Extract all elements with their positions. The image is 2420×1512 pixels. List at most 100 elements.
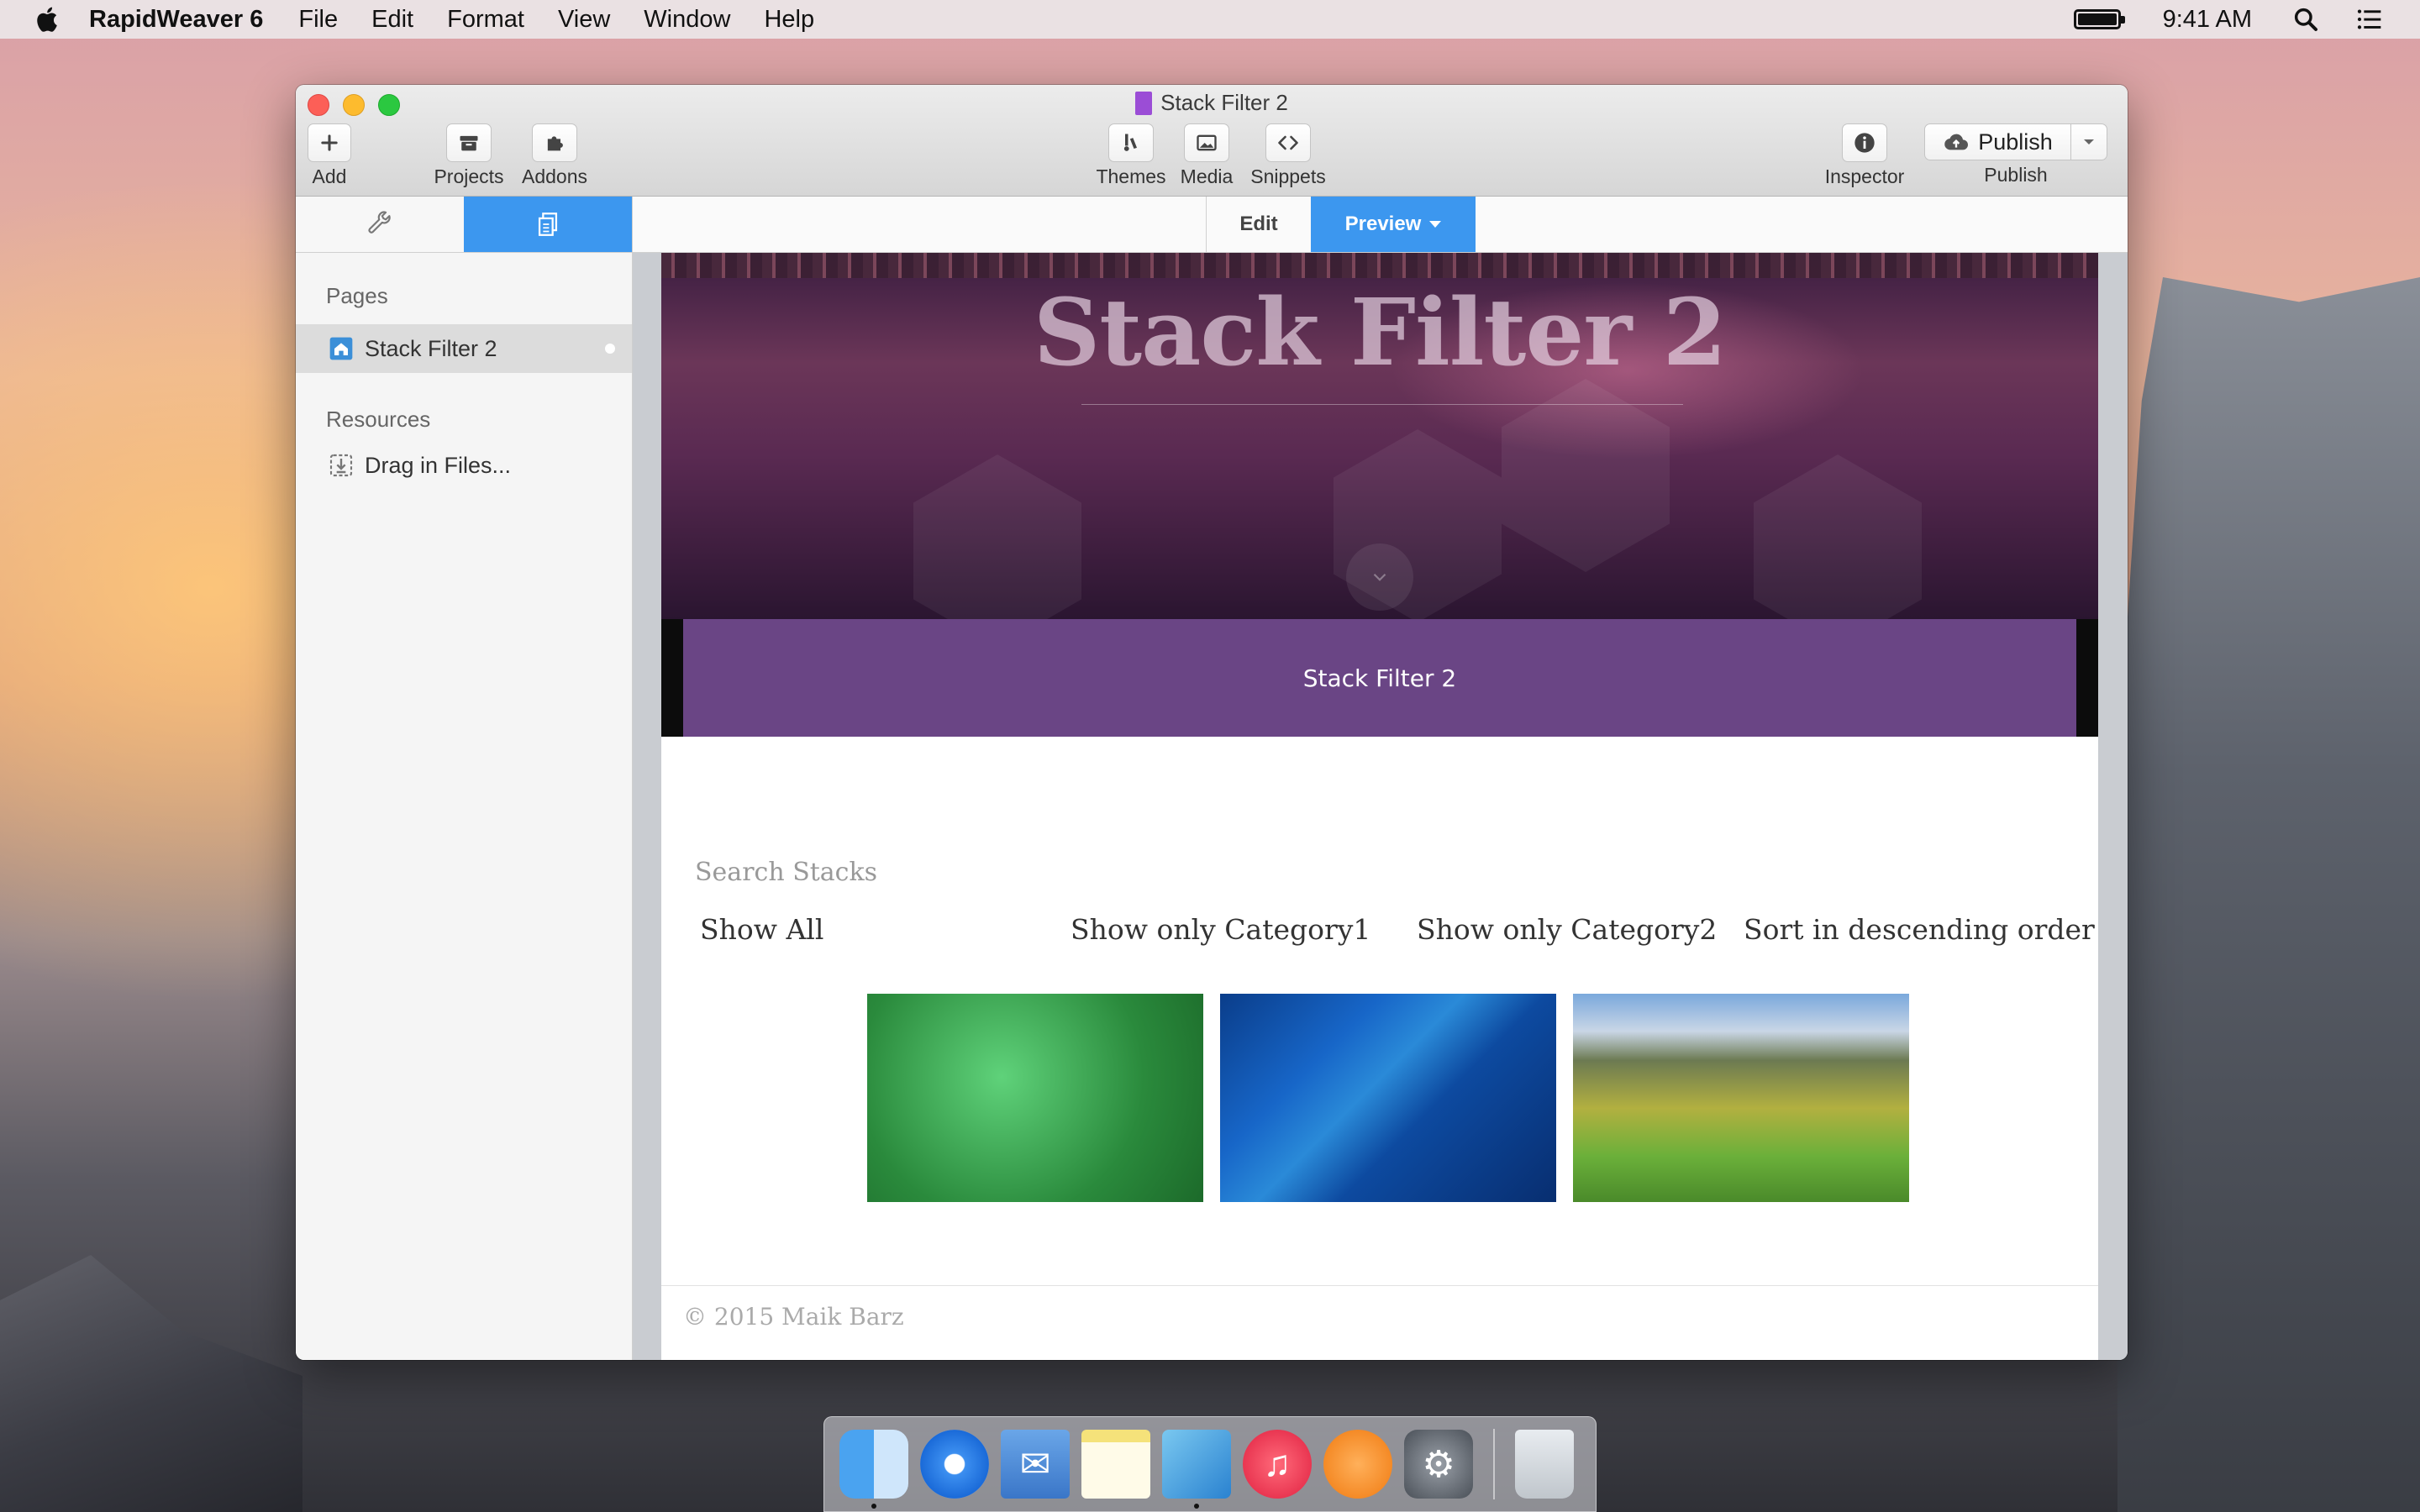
sidebar-tabs (296, 197, 632, 253)
snippets-button[interactable]: Snippets (1242, 123, 1334, 188)
blue-water-image[interactable] (1220, 994, 1556, 1202)
themes-label: Themes (1096, 165, 1166, 187)
addons-label: Addons (521, 165, 587, 187)
paint-brush-icon (1123, 134, 1137, 151)
window-title: Stack Filter 2 (296, 90, 2128, 116)
media-label: Media (1180, 165, 1234, 187)
document-icon (1135, 91, 1153, 115)
apple-icon[interactable] (32, 3, 64, 35)
mail-icon[interactable]: ✉ (1001, 1430, 1070, 1499)
menu-bar: RapidWeaver 6 File Edit Format View Wind… (0, 0, 2420, 39)
preview-mode-button[interactable]: Preview (1311, 197, 1476, 252)
pages-icon (538, 213, 558, 236)
search-stacks-label[interactable]: Search Stacks (695, 858, 877, 887)
itunes-icon[interactable]: ♫ (1243, 1430, 1312, 1499)
notes-icon[interactable] (1081, 1430, 1150, 1499)
sidebar-resource-drag-files[interactable]: Drag in Files... (296, 441, 632, 490)
ibooks-icon[interactable] (1323, 1430, 1392, 1499)
filter-category2[interactable]: Show only Category2 (1417, 913, 1717, 946)
themes-button[interactable]: Themes (1091, 123, 1171, 188)
menu-format[interactable]: Format (447, 6, 524, 34)
sidebar-tab-settings[interactable] (296, 197, 464, 252)
dock: ✉ ♫ ⚙ (823, 1416, 1597, 1512)
sidebar-tab-pages[interactable] (464, 197, 632, 252)
plus-icon (321, 134, 338, 151)
unpublished-dot (605, 344, 615, 354)
preview-label: Preview (1344, 213, 1422, 235)
menu-edit[interactable]: Edit (371, 6, 413, 34)
menu-file[interactable]: File (298, 6, 338, 34)
menu-app-name[interactable]: RapidWeaver 6 (89, 6, 263, 34)
publish-button[interactable]: Publish (1925, 129, 2070, 155)
safari-icon[interactable] (920, 1430, 989, 1499)
hero-banner: Stack Filter 2 (661, 253, 2098, 648)
site-nav-bar: Stack Filter 2 (683, 619, 2076, 737)
hero-divider (1081, 404, 1683, 405)
archive-box-icon (460, 135, 478, 151)
publish-control: Publish Publish (1923, 123, 2109, 186)
system-preferences-icon[interactable]: ⚙ (1404, 1430, 1473, 1499)
city-lights-strip (661, 253, 2098, 278)
hero-title: Stack Filter 2 (1033, 278, 1727, 386)
spotlight-icon[interactable] (2292, 6, 2319, 33)
desktop-rock-right (2118, 277, 2420, 1512)
sidebar-page-stack-filter-2[interactable]: Stack Filter 2 (296, 324, 632, 373)
green-aerial-image[interactable] (867, 994, 1203, 1202)
inspector-button[interactable]: Inspector (1818, 123, 1911, 188)
snippets-label: Snippets (1250, 165, 1326, 187)
chevron-down-icon (2084, 139, 2094, 144)
battery-icon[interactable] (2073, 9, 2125, 29)
menu-clock[interactable]: 9:41 AM (2163, 6, 2252, 34)
add-label: Add (312, 165, 347, 187)
home-page-icon (329, 337, 353, 360)
sort-descending[interactable]: Sort in descending order (1744, 913, 2095, 946)
filter-show-all[interactable]: Show All (700, 913, 823, 946)
publish-button-label: Publish (1978, 129, 2053, 155)
edit-preview-toggle: Edit Preview (1206, 197, 1476, 252)
publish-menu-button[interactable] (2070, 124, 2107, 160)
code-brackets-icon (1278, 135, 1298, 150)
sidebar: Pages Stack Filter 2 Resources Drag in F… (296, 197, 633, 1360)
dock-separator (1493, 1429, 1495, 1499)
notification-center-icon[interactable] (2356, 6, 2383, 33)
mountain-valley-image[interactable] (1573, 994, 1909, 1202)
site-nav-link[interactable]: Stack Filter 2 (1303, 664, 1456, 692)
preview-app-icon[interactable] (1162, 1430, 1231, 1509)
hero-hexagon (1502, 379, 1670, 572)
preview-area[interactable]: Stack Filter 2 Stack Filter 2 Search Sta… (633, 253, 2128, 1360)
site-footer: © 2015 Maik Barz (683, 1303, 904, 1331)
projects-label: Projects (434, 165, 504, 187)
content-toolbar: Edit Preview (633, 197, 2128, 253)
image-icon (1197, 134, 1217, 151)
inspector-label: Inspector (1824, 165, 1905, 187)
info-icon (1854, 133, 1875, 153)
cloud-upload-icon (1944, 134, 1969, 150)
add-button[interactable]: Add (304, 123, 355, 188)
puzzle-piece-icon (547, 136, 563, 151)
window-titlebar: Stack Filter 2 Add Projects Addons Theme… (296, 85, 2128, 197)
window-title-text: Stack Filter 2 (1160, 90, 1288, 115)
menu-help[interactable]: Help (764, 6, 814, 34)
finder-icon[interactable] (839, 1430, 908, 1509)
rapidweaver-window: Stack Filter 2 Add Projects Addons Theme… (296, 85, 2128, 1360)
site-nav-wrapper: Stack Filter 2 (661, 619, 2098, 737)
chevron-down-icon (1373, 573, 1386, 581)
download-box-icon (329, 454, 353, 477)
website-preview: Stack Filter 2 Stack Filter 2 Search Sta… (661, 253, 2098, 1360)
sidebar-resource-label: Drag in Files... (365, 452, 512, 478)
desktop-rock-left (0, 1255, 302, 1512)
trash-icon[interactable] (1515, 1430, 1574, 1499)
edit-mode-button[interactable]: Edit (1206, 197, 1311, 252)
projects-button[interactable]: Projects (430, 123, 508, 188)
filter-category1[interactable]: Show only Category1 (1071, 913, 1370, 946)
footer-divider (661, 1285, 2098, 1286)
resources-heading: Resources (326, 407, 431, 432)
scroll-down-button[interactable] (1346, 543, 1413, 611)
media-button[interactable]: Media (1168, 123, 1245, 188)
sidebar-page-label: Stack Filter 2 (365, 335, 497, 361)
addons-button[interactable]: Addons (516, 123, 593, 188)
menu-window[interactable]: Window (644, 6, 730, 34)
publish-label: Publish (1984, 164, 2048, 186)
menu-view[interactable]: View (558, 6, 610, 34)
preview-dropdown-icon (1429, 221, 1442, 228)
